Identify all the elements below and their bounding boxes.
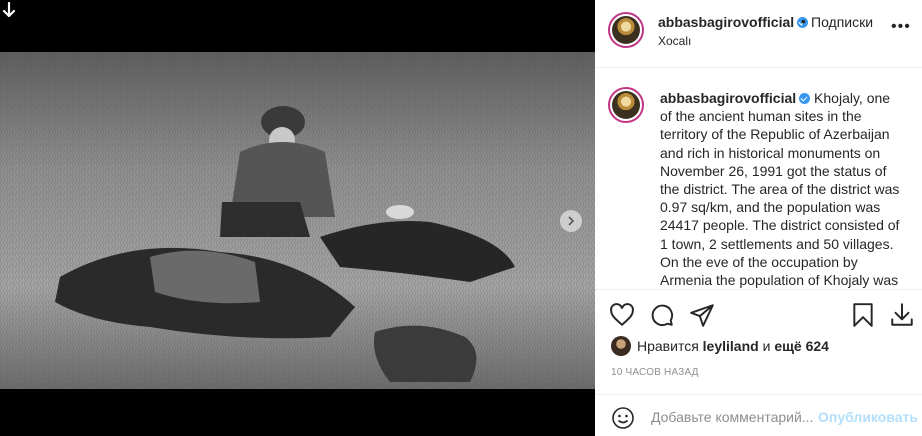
caption-avatar[interactable] xyxy=(608,87,644,123)
download-icon[interactable] xyxy=(2,1,16,20)
post-viewer: abbasbagirovofficial • Подписки Xocalı •… xyxy=(0,0,922,436)
author-avatar[interactable] xyxy=(608,12,644,48)
verified-icon xyxy=(799,93,811,104)
comment-icon xyxy=(651,304,674,327)
likes-summary: Нравится leyliland и ещё 624 xyxy=(611,336,829,356)
post-photo xyxy=(0,52,595,389)
more-options-icon[interactable]: ••• xyxy=(891,18,911,36)
liker-username[interactable]: leyliland xyxy=(703,338,759,354)
comment-box: Опубликовать xyxy=(595,394,922,436)
caption-section: abbasbagirovofficial Khojaly, one of the… xyxy=(595,69,922,289)
liker-avatar[interactable] xyxy=(611,336,631,356)
share-icon xyxy=(690,304,714,327)
caption-username[interactable]: abbasbagirovofficial xyxy=(660,90,796,106)
bookmark-icon xyxy=(853,303,873,327)
header-separator: • xyxy=(801,13,806,29)
share-button[interactable] xyxy=(689,302,715,328)
post-caption: abbasbagirovofficial Khojaly, one of the… xyxy=(660,89,900,289)
likes-count[interactable]: ещё 624 xyxy=(774,338,829,354)
download-icon xyxy=(891,303,913,326)
publish-button[interactable]: Опубликовать xyxy=(818,409,918,425)
post-timestamp[interactable]: 10 ЧАСОВ НАЗАД xyxy=(611,367,699,378)
likes-middle: и xyxy=(762,338,771,354)
emoji-button[interactable] xyxy=(611,406,635,430)
download-button[interactable] xyxy=(889,302,915,328)
author-username[interactable]: abbasbagirovofficial xyxy=(658,14,809,30)
next-arrow-icon xyxy=(568,216,575,226)
post-header: abbasbagirovofficial • Подписки Xocalı •… xyxy=(595,0,922,68)
likes-prefix: Нравится xyxy=(637,338,699,354)
post-media xyxy=(0,0,595,436)
comment-button[interactable] xyxy=(649,302,675,328)
post-actions xyxy=(595,289,922,339)
following-button[interactable]: Подписки xyxy=(811,14,873,30)
next-photo-button[interactable] xyxy=(560,210,582,232)
save-button[interactable] xyxy=(850,302,876,328)
post-sidebar: abbasbagirovofficial • Подписки Xocalı •… xyxy=(595,0,922,436)
comment-input[interactable] xyxy=(651,407,813,427)
heart-icon xyxy=(610,303,634,327)
caption-text: Khojaly, one of the ancient human sites … xyxy=(660,90,900,289)
post-location[interactable]: Xocalı xyxy=(658,34,691,48)
like-button[interactable] xyxy=(609,302,635,328)
emoji-icon xyxy=(612,407,634,429)
